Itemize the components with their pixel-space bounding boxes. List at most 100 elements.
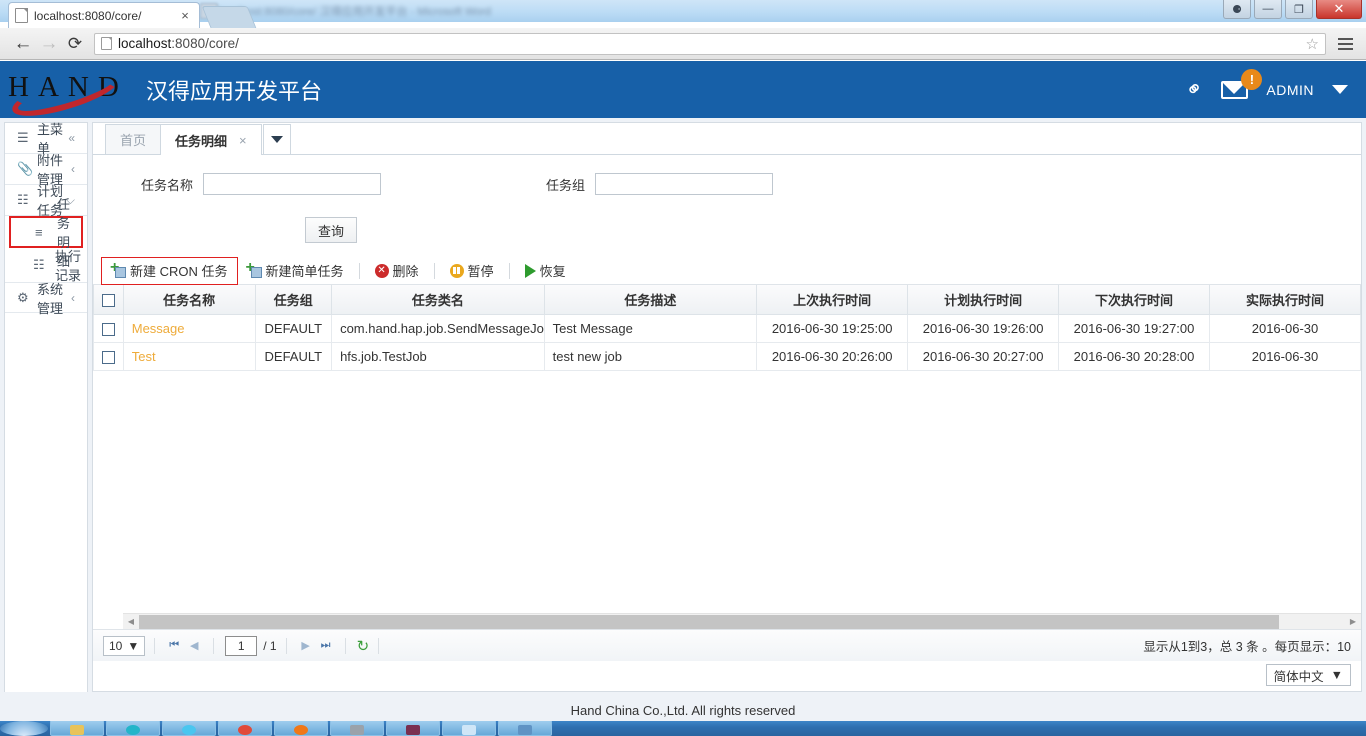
hand-logo: HAND <box>4 62 130 125</box>
message-icon[interactable]: ! <box>1221 68 1263 99</box>
new-simple-task-button[interactable]: 新建简单任务 <box>238 258 353 284</box>
browser-tab[interactable]: localhost:8080/core/ × <box>8 2 200 28</box>
chevron-down-icon: ▼ <box>127 638 140 653</box>
scrollbar-track[interactable] <box>139 614 1345 630</box>
taskbar-item[interactable] <box>274 721 328 736</box>
col-task-desc[interactable]: 任务描述 <box>543 285 758 315</box>
sidebar-item-scheduled-tasks[interactable]: ☷ 计划任务 ⌵ <box>5 184 87 218</box>
browser-tab-close-icon[interactable]: × <box>177 8 193 24</box>
browser-navbar: ← → ⟳ localhost:8080/core/ ☆ <box>0 28 1366 60</box>
cell-task-group: DEFAULT <box>254 341 333 371</box>
resume-button[interactable]: 恢复 <box>516 258 575 284</box>
app-body: ☰ 主菜单 « 📎 附件管理 ‹ ☷ 计划任务 ⌵ ≡ 任务明细 ☷ 执行记录 … <box>0 118 1366 701</box>
sidebar-item-task-detail[interactable]: ≡ 任务明细 <box>9 197 83 269</box>
paperclip-icon: 📎 <box>17 161 34 176</box>
task-name-link[interactable]: Test <box>132 349 156 364</box>
button-label: 暂停 <box>467 264 494 279</box>
pagination-bar: 10 ▼ ⏮ ◀ 1 / 1 ▶ ⏭ ↻ 显示从1到3，总 3 条 。每页显示：… <box>93 629 1361 661</box>
address-favicon-icon <box>101 37 112 50</box>
refresh-icon[interactable]: ↻ <box>357 637 370 655</box>
language-select[interactable]: 简体中文 ▼ <box>1265 664 1351 686</box>
delete-button[interactable]: ✕ 删除 <box>366 258 428 284</box>
col-task-group[interactable]: 任务组 <box>254 285 333 315</box>
close-button[interactable]: ✕ <box>1316 0 1362 19</box>
table-row[interactable]: Message DEFAULT com.hand.hap.job.SendMes… <box>93 313 1361 343</box>
row-select-cell[interactable] <box>93 313 124 343</box>
task-grid: 任务名称 任务组 任务类名 任务描述 上次执行时间 计划执行时间 下次执行时间 … <box>93 285 1361 371</box>
horizontal-scrollbar[interactable]: ◀ ▶ <box>123 613 1361 629</box>
taskbar-item[interactable] <box>106 721 160 736</box>
tab-close-icon[interactable]: × <box>239 133 247 148</box>
address-bar[interactable]: localhost:8080/core/ ☆ <box>94 32 1326 55</box>
table-row[interactable]: Test DEFAULT hfs.job.TestJob test new jo… <box>93 341 1361 371</box>
taskbar-item[interactable] <box>330 721 384 736</box>
row-checkbox[interactable] <box>102 322 115 336</box>
back-icon[interactable]: ← <box>10 31 36 57</box>
select-all-checkbox[interactable] <box>101 293 115 307</box>
query-button[interactable]: 查询 <box>305 217 357 243</box>
task-name-input[interactable] <box>203 173 381 195</box>
cell-task-class: com.hand.hap.job.SendMessageJob <box>331 313 545 343</box>
restore-button[interactable]: ❐ <box>1285 0 1313 19</box>
tab-home[interactable]: 首页 <box>105 124 162 154</box>
next-page-button[interactable]: ▶ <box>296 636 316 656</box>
cell-last-time: 2016-06-30 19:25:00 <box>756 313 909 343</box>
tab-list-dropdown[interactable] <box>262 124 291 154</box>
url-host: localhost <box>118 36 172 51</box>
execution-log-icon: ☷ <box>33 256 45 272</box>
taskbar-item[interactable] <box>498 721 552 736</box>
scroll-left-arrow-icon[interactable]: ◀ <box>123 613 139 629</box>
collapse-icon[interactable]: « <box>68 131 75 145</box>
reload-icon[interactable]: ⟳ <box>62 31 88 57</box>
scroll-right-arrow-icon[interactable]: ▶ <box>1345 613 1361 629</box>
last-page-button[interactable]: ⏭ <box>316 636 336 656</box>
user-switch-button[interactable]: ⚈ <box>1223 0 1251 19</box>
bookmark-star-icon[interactable]: ☆ <box>1306 35 1319 53</box>
col-task-class[interactable]: 任务类名 <box>331 285 545 315</box>
taskbar-item[interactable] <box>218 721 272 736</box>
tab-task-detail[interactable]: 任务明细 × <box>160 124 262 155</box>
new-tab-button[interactable] <box>201 6 257 28</box>
page-number-input[interactable]: 1 <box>225 635 258 656</box>
sidebar-item-system-admin[interactable]: ⚙ 系统管理 ‹ <box>5 282 87 316</box>
col-actual-time[interactable]: 实际执行时间 <box>1208 285 1361 315</box>
row-select-cell[interactable] <box>93 341 124 371</box>
prev-page-button[interactable]: ◀ <box>184 636 204 656</box>
cell-task-desc: test new job <box>543 341 758 371</box>
task-name-link[interactable]: Message <box>132 321 185 336</box>
pagination-status: 显示从1到3，总 3 条 。每页显示：10 <box>1143 640 1351 654</box>
col-task-name[interactable]: 任务名称 <box>122 285 256 315</box>
pause-button[interactable]: 暂停 <box>441 258 503 284</box>
content-panel: 首页 任务明细 × 任务名称 任务组 查询 + 新建 CRON 任务 + 新建简… <box>92 122 1362 692</box>
col-last-time[interactable]: 上次执行时间 <box>756 285 909 315</box>
sidebar-item-execution-log[interactable]: ☷ 执行记录 <box>5 248 87 283</box>
task-group-input[interactable] <box>595 173 773 195</box>
user-menu[interactable]: ADMIN <box>1266 82 1314 98</box>
start-button[interactable] <box>0 721 48 736</box>
link-icon[interactable]: ⚭ <box>1180 75 1208 104</box>
page-size-select[interactable]: 10 ▼ <box>103 635 146 656</box>
new-cron-task-button[interactable]: 新建 CRON 任务 <box>101 256 238 285</box>
row-checkbox[interactable] <box>102 350 115 364</box>
browser-menu-icon[interactable] <box>1334 37 1356 50</box>
button-label: 删除 <box>392 264 419 279</box>
taskbar-item[interactable] <box>386 721 440 736</box>
col-plan-time[interactable]: 计划执行时间 <box>907 285 1060 315</box>
taskbar-item[interactable] <box>50 721 104 736</box>
pager-divider <box>213 637 215 654</box>
scrollbar-thumb[interactable] <box>139 614 1279 629</box>
chevron-down-icon[interactable] <box>1332 85 1348 94</box>
cell-next-time: 2016-06-30 20:28:00 <box>1058 341 1210 371</box>
app-header: HAND 汉得应用开发平台 ⚭ ! ADMIN <box>0 61 1366 125</box>
application: HAND 汉得应用开发平台 ⚭ ! ADMIN ☰ 主菜单 « 📎 附件管理 ‹… <box>0 61 1366 701</box>
browser-tab-title: localhost:8080/core/ <box>34 8 142 23</box>
taskbar-item[interactable] <box>162 721 216 736</box>
first-page-button[interactable]: ⏮ <box>164 636 184 656</box>
taskbar-item[interactable] <box>442 721 496 736</box>
select-all-header[interactable] <box>93 285 124 315</box>
minimize-button[interactable]: — <box>1254 0 1282 19</box>
calendar-icon: ☷ <box>17 192 29 207</box>
col-next-time[interactable]: 下次执行时间 <box>1058 285 1210 315</box>
grid-toolbar: 新建 CRON 任务 新建简单任务 ✕ 删除 暂停 <box>93 256 1361 285</box>
user-name: ADMIN <box>1266 81 1314 98</box>
